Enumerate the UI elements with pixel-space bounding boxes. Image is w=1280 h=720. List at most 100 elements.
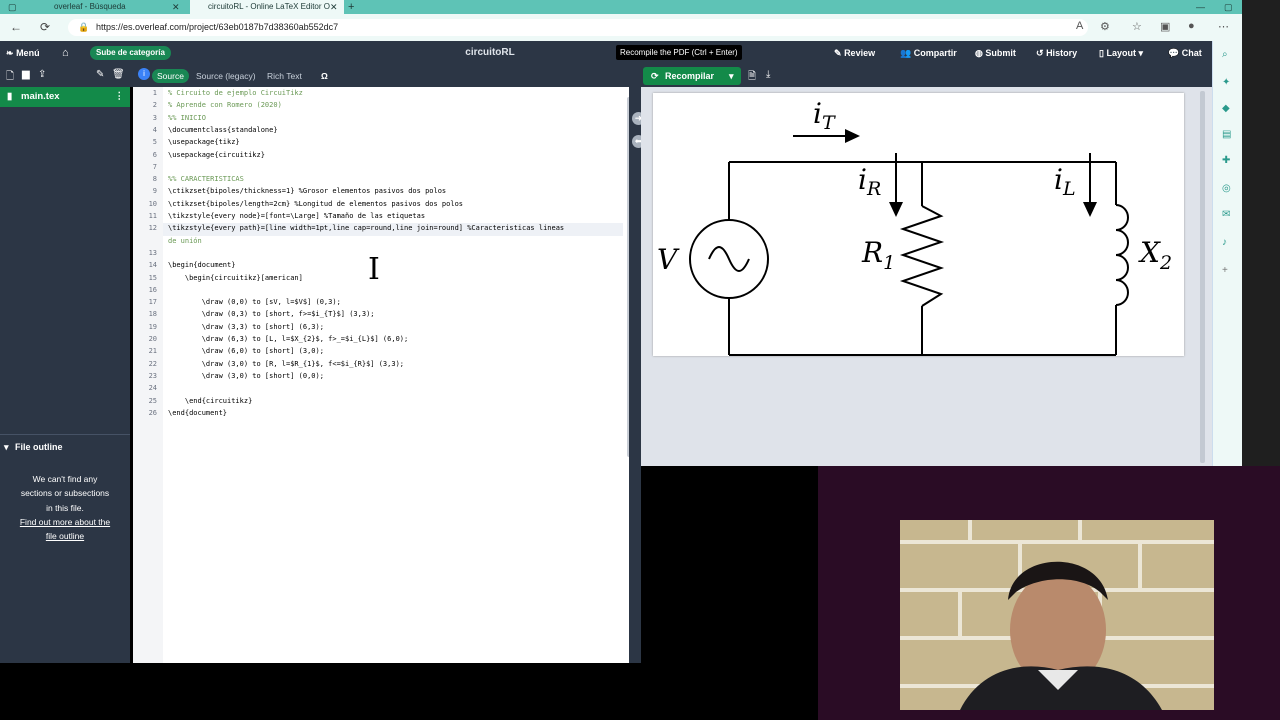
submit-button[interactable]: ◍ Submit xyxy=(975,41,1016,65)
bell-icon[interactable]: ♪ xyxy=(1222,237,1227,248)
add-icon[interactable]: + xyxy=(1222,265,1228,276)
code-line[interactable]: \draw (3,0) to [short] (0,0); xyxy=(168,370,324,382)
window-icon[interactable]: ▢ xyxy=(8,0,17,14)
tab-source[interactable]: Source xyxy=(152,69,189,83)
pdf-page[interactable]: V iT iR iL R1 X2 xyxy=(653,93,1184,356)
more-icon[interactable]: ⋯ xyxy=(1218,20,1229,33)
outline-message: sections or subsections xyxy=(20,488,110,499)
code-line[interactable]: de unión xyxy=(168,235,202,247)
upload-icon[interactable]: ⇪ xyxy=(38,69,46,80)
minimize-icon[interactable]: — xyxy=(1196,0,1205,14)
new-folder-icon[interactable]: ▆ xyxy=(22,69,30,80)
pdf-scrollbar[interactable] xyxy=(1200,91,1205,463)
sparkle-icon[interactable]: ✦ xyxy=(1222,77,1230,88)
reload-icon[interactable]: ⟳ xyxy=(40,19,50,35)
outline-help-link[interactable]: file outline xyxy=(0,529,130,543)
code-line[interactable]: %% CARACTERISTICAS xyxy=(168,173,244,185)
tab-source-legacy[interactable]: Source (legacy) xyxy=(191,69,261,83)
code-line[interactable]: \begin{document} xyxy=(168,259,235,271)
rename-icon[interactable]: ✎ xyxy=(96,69,104,80)
code-line[interactable]: \draw (0,3) to [short, f>=$i_{T}$] (3,3)… xyxy=(168,308,375,320)
kebab-menu-icon[interactable]: ⋮ xyxy=(115,87,125,107)
file-outline-body: We can't find any sections or subsection… xyxy=(0,458,130,663)
code-line[interactable]: \begin{circuitikz}[american] xyxy=(168,272,303,284)
code-line[interactable]: % Aprende con Romero (2020) xyxy=(168,99,282,111)
code-line[interactable]: \tikzstyle{every node}=[font=\Large] %Ta… xyxy=(168,210,425,222)
profile-icon[interactable]: ● xyxy=(1188,20,1195,32)
restore-icon[interactable]: ▢ xyxy=(1224,0,1233,14)
url-field[interactable]: 🔒 https://es.overleaf.com/project/63eb01… xyxy=(68,19,1088,36)
code-line[interactable]: \usepackage{circuitikz} xyxy=(168,149,265,161)
outline-help-link[interactable]: Find out more about the xyxy=(0,515,130,529)
tab-rich-text[interactable]: Rich Text xyxy=(262,69,307,83)
line-number: 12 xyxy=(148,224,157,233)
code-line[interactable]: %% INICIO xyxy=(168,112,206,124)
download-icon[interactable]: ⤓ xyxy=(766,69,770,80)
review-button[interactable]: ✎ Review xyxy=(834,41,875,65)
new-file-icon[interactable]: 🗋 xyxy=(6,69,14,86)
outlook-icon[interactable]: ✉ xyxy=(1222,209,1230,220)
line-number: 11 xyxy=(148,212,157,220)
menu-label: Menú xyxy=(16,48,40,58)
history-icon: ↺ xyxy=(1036,48,1044,58)
browser-tab-active[interactable]: circuitoRL - Online LaTeX Editor O xyxy=(190,0,344,14)
recompile-button[interactable]: ⟳ Recompilar ▾ xyxy=(643,67,741,85)
upgrade-badge[interactable]: Sube de categoría xyxy=(90,46,171,60)
browser-tab[interactable]: overleaf - Búsqueda xyxy=(36,0,176,14)
line-number: 26 xyxy=(148,408,157,417)
pane-divider[interactable] xyxy=(629,87,641,663)
code-line[interactable]: \draw (3,0) to [R, l=$R_{1}$, f<=$i_{R}$… xyxy=(168,358,404,370)
code-line[interactable]: \end{circuitikz} xyxy=(168,395,252,407)
code-line[interactable]: \draw (6,0) to [short] (3,0); xyxy=(168,345,324,357)
code-line[interactable]: \ctikzset{bipoles/thickness=1} %Grosor e… xyxy=(168,185,446,197)
code-line[interactable]: \draw (0,0) to [sV, l=$V$] (0,3); xyxy=(168,296,341,308)
label-current-total: iT xyxy=(813,97,836,134)
code-line[interactable]: \draw (3,3) to [short] (6,3); xyxy=(168,321,324,333)
label-inductor: X2 xyxy=(1138,236,1172,274)
pdf-file-icon[interactable]: 🗎 xyxy=(748,69,756,86)
line-number: 6 xyxy=(152,150,157,159)
games-icon[interactable]: ✚ xyxy=(1222,155,1230,166)
code-editor[interactable]: 1 2 3 4 5 6 7 8 9 10 11 12 13 14 15 16 17 18 19 20 21 22 23 24 2… xyxy=(133,87,638,663)
review-label: Review xyxy=(844,48,876,58)
chat-button[interactable]: 💬 Chat xyxy=(1168,41,1202,65)
share-button[interactable]: 👥 Compartir xyxy=(900,41,957,65)
close-tab-icon[interactable]: ✕ xyxy=(172,0,180,14)
layout-button[interactable]: ▯ Layout ▾ xyxy=(1099,41,1143,65)
search-icon[interactable]: ⌕ xyxy=(1222,49,1228,60)
back-icon[interactable]: ← xyxy=(10,19,22,35)
submit-label: Submit xyxy=(985,48,1016,58)
code-line[interactable]: \documentclass{standalone} xyxy=(168,124,278,136)
symbol-palette-button[interactable]: Ω xyxy=(316,69,333,83)
read-aloud-icon[interactable]: A xyxy=(1076,20,1083,32)
line-number: 16 xyxy=(148,285,157,294)
home-icon[interactable]: ⌂ xyxy=(62,41,69,65)
file-item-main[interactable]: ▮ main.tex ⋮ xyxy=(0,87,130,107)
close-tab-icon[interactable]: ✕ xyxy=(330,0,338,14)
project-title[interactable]: circuitoRL xyxy=(440,41,540,65)
office-icon[interactable]: ◎ xyxy=(1222,183,1231,194)
share-label: Compartir xyxy=(913,48,957,58)
code-line[interactable]: % Circuito de ejemplo CircuiTikz xyxy=(168,87,303,99)
favorites-icon[interactable]: ☆ xyxy=(1132,20,1142,33)
code-line[interactable]: \tikzstyle{every path}=[line width=1pt,l… xyxy=(168,222,564,234)
line-number-gutter: 1 2 3 4 5 6 7 8 9 10 11 12 13 14 15 16 17 18 19 20 21 22 23 24 2… xyxy=(133,87,163,663)
code-line[interactable]: \ctikzset{bipoles/length=2cm} %Longitud … xyxy=(168,198,463,210)
new-tab-icon[interactable]: + xyxy=(348,0,354,14)
tag-icon[interactable]: ◆ xyxy=(1222,103,1230,114)
settings-icon[interactable]: ⚙ xyxy=(1100,20,1110,33)
info-icon[interactable]: i xyxy=(138,68,150,80)
outline-message: We can't find any xyxy=(32,474,98,484)
file-outline-header[interactable]: ▾ File outline xyxy=(0,434,130,458)
briefcase-icon[interactable]: ▤ xyxy=(1222,129,1231,140)
menu-button[interactable]: ❧ Menú xyxy=(6,41,40,65)
caret-down-icon[interactable]: ▾ xyxy=(729,67,734,85)
history-button[interactable]: ↺ History xyxy=(1036,41,1077,65)
code-line[interactable]: \draw (6,3) to [L, l=$X_{2}$, f>_=$i_{L}… xyxy=(168,333,409,345)
delete-icon[interactable]: 🗑 xyxy=(112,69,125,80)
collections-icon[interactable]: ▣ xyxy=(1160,20,1170,33)
code-line[interactable]: \end{document} xyxy=(168,407,227,419)
file-name: main.tex xyxy=(21,91,60,102)
line-number: 25 xyxy=(148,396,157,405)
code-line[interactable]: \usepackage{tikz} xyxy=(168,136,240,148)
